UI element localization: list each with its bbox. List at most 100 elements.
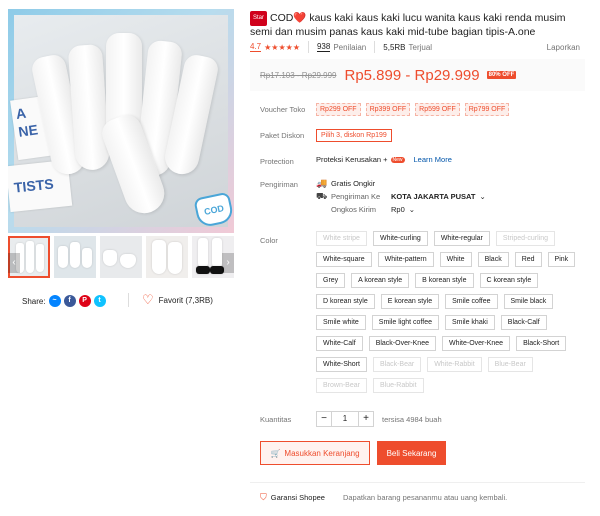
- product-photo: A NE TISTS: [8, 15, 228, 227]
- book-text: TISTS: [13, 175, 55, 196]
- color-option: Black-Bear: [372, 357, 422, 372]
- sold-count: 5,5RB: [383, 42, 406, 52]
- star-rating-icon: ★★★★★: [264, 42, 300, 52]
- color-option[interactable]: Grey: [316, 273, 346, 288]
- color-option[interactable]: D korean style: [316, 294, 375, 309]
- thumbnail-strip: [8, 236, 234, 278]
- chevron-down-icon[interactable]: ⌄: [409, 205, 415, 214]
- product-title: Star COD❤️ kaus kaki kaus kaki lucu wanit…: [250, 11, 585, 39]
- bundle-discount-label: Paket Diskon: [260, 131, 305, 140]
- color-option: White-Rabbit: [427, 357, 482, 372]
- divider: [250, 482, 585, 483]
- product-title-text: COD❤️ kaus kaki kaus kaki lucu wanita ka…: [250, 12, 566, 38]
- increase-button[interactable]: +: [358, 411, 374, 427]
- protection-text: Proteksi Kerusakan +: [316, 155, 388, 164]
- learn-more-link[interactable]: Learn More: [414, 155, 452, 164]
- color-option[interactable]: C korean style: [479, 273, 539, 288]
- color-option[interactable]: Smile light coffee: [371, 315, 439, 330]
- thumbnail[interactable]: [146, 236, 188, 278]
- chevron-down-icon[interactable]: ⌄: [479, 192, 485, 201]
- color-option[interactable]: Smile black: [503, 294, 554, 309]
- guarantee-desc: Dapatkan barang pesananmu atau uang kemb…: [342, 493, 508, 502]
- buy-now-button[interactable]: Beli Sekarang: [377, 441, 446, 465]
- heart-icon: ♡: [142, 292, 154, 307]
- ship-to-value[interactable]: KOTA JAKARTA PUSAT: [391, 192, 475, 201]
- color-option[interactable]: White-Short: [316, 357, 367, 372]
- thumbnail[interactable]: [100, 236, 142, 278]
- voucher-chip[interactable]: Rp399 OFF: [365, 103, 411, 116]
- color-options: White stripe White-curling White-regular St…: [316, 231, 588, 393]
- color-option[interactable]: White: [439, 252, 472, 267]
- voucher-chip[interactable]: Rp799 OFF: [464, 103, 510, 116]
- add-to-cart-label: Masukkan Keranjang: [284, 448, 360, 458]
- color-option[interactable]: Black: [477, 252, 509, 267]
- star-badge: Star: [250, 11, 268, 26]
- color-option[interactable]: White-pattern: [377, 252, 434, 267]
- color-option[interactable]: White-square: [316, 252, 372, 267]
- reviews-label: Penilaian: [333, 42, 367, 52]
- shield-icon: ⛉: [260, 492, 267, 502]
- rating-row: 4.7 ★★★★★ 938 Penilaian 5,5RB Terjual La…: [250, 41, 580, 53]
- quantity-stepper: − 1 + tersisa 4984 buah: [316, 411, 442, 427]
- decrease-button[interactable]: −: [316, 411, 332, 427]
- truck-icon: ⛟: [316, 190, 328, 201]
- guarantee-row: ⛉ Garansi Shopee Dapatkan barang pesanan…: [260, 492, 507, 503]
- protection-label: Protection: [260, 157, 294, 166]
- favorite-button[interactable]: ♡ Favorit (7,3RB): [142, 292, 213, 307]
- color-option[interactable]: White-Over-Knee: [441, 336, 511, 351]
- color-option[interactable]: Black-Over-Knee: [368, 336, 436, 351]
- pinterest-icon[interactable]: P: [78, 295, 91, 307]
- color-option[interactable]: Red: [514, 252, 542, 267]
- product-page: A NE TISTS COD ‹ › Share: ~ f P t ♡ Favo…: [0, 0, 600, 516]
- color-option: Striped-curling: [495, 231, 555, 246]
- rating-value[interactable]: 4.7: [250, 42, 262, 52]
- messenger-icon[interactable]: ~: [48, 295, 61, 307]
- bundle-discount-chip[interactable]: Pilih 3, diskon Rp199: [316, 129, 392, 142]
- color-option[interactable]: Smile coffee: [445, 294, 498, 309]
- color-label: Color: [260, 236, 278, 245]
- color-option[interactable]: Black-Calf: [500, 315, 547, 330]
- voucher-chip[interactable]: Rp299 OFF: [316, 103, 361, 116]
- facebook-icon[interactable]: f: [63, 295, 76, 307]
- product-main-image[interactable]: A NE TISTS COD: [8, 9, 234, 233]
- color-option[interactable]: White-Calf: [316, 336, 363, 351]
- protection-row: Proteksi Kerusakan + New Learn More: [316, 155, 452, 164]
- quantity-input[interactable]: 1: [332, 411, 358, 427]
- cart-icon: 🛒: [270, 448, 281, 458]
- voucher-label: Voucher Toko: [260, 105, 306, 114]
- ship-cost-value[interactable]: Rp0: [391, 205, 405, 214]
- color-option[interactable]: Pink: [547, 252, 576, 267]
- voucher-chip[interactable]: Rp599 OFF: [415, 103, 460, 116]
- discount-badge: 80% OFF: [486, 71, 517, 79]
- thumb-prev-button[interactable]: ‹: [8, 253, 20, 273]
- quantity-label: Kuantitas: [260, 415, 292, 424]
- color-option[interactable]: E korean style: [380, 294, 440, 309]
- color-option[interactable]: Smile white: [316, 315, 366, 330]
- color-option: Brown-Bear: [316, 378, 367, 393]
- thumb-next-button[interactable]: ›: [222, 253, 234, 273]
- color-option[interactable]: A korean style: [351, 273, 410, 288]
- color-option[interactable]: B korean style: [415, 273, 474, 288]
- thumbnail[interactable]: [54, 236, 96, 278]
- original-price: Rp17.103 - Rp29.999: [260, 70, 337, 80]
- shipping-label: Pengiriman: [260, 180, 298, 189]
- color-option: Blue-Rabbit: [372, 378, 424, 393]
- color-option[interactable]: White-regular: [433, 231, 490, 246]
- twitter-icon[interactable]: t: [93, 295, 106, 307]
- add-to-cart-button[interactable]: 🛒 Masukkan Keranjang: [260, 441, 370, 465]
- shipping-block: 🚚 Gratis Ongkir ⛟ Pengiriman Ke KOTA JAK…: [316, 177, 486, 216]
- voucher-list: Rp299 OFF Rp399 OFF Rp599 OFF Rp799 OFF: [316, 103, 510, 116]
- report-link[interactable]: Laporkan: [547, 43, 580, 52]
- color-option[interactable]: White-curling: [372, 231, 428, 246]
- reviews-count[interactable]: 938: [316, 42, 331, 52]
- divider: [307, 41, 309, 53]
- guarantee-title: Garansi Shopee: [270, 493, 325, 502]
- divider: [128, 293, 129, 307]
- color-option[interactable]: Smile khaki: [444, 315, 495, 330]
- stock-text: tersisa 4984 buah: [382, 414, 442, 424]
- sold-label: Terjual: [408, 42, 433, 52]
- free-shipping-icon: 🚚: [316, 178, 328, 188]
- color-option[interactable]: Black-Short: [516, 336, 567, 351]
- ship-to-label: Pengiriman Ke: [331, 192, 381, 201]
- color-option: White stripe: [316, 231, 367, 246]
